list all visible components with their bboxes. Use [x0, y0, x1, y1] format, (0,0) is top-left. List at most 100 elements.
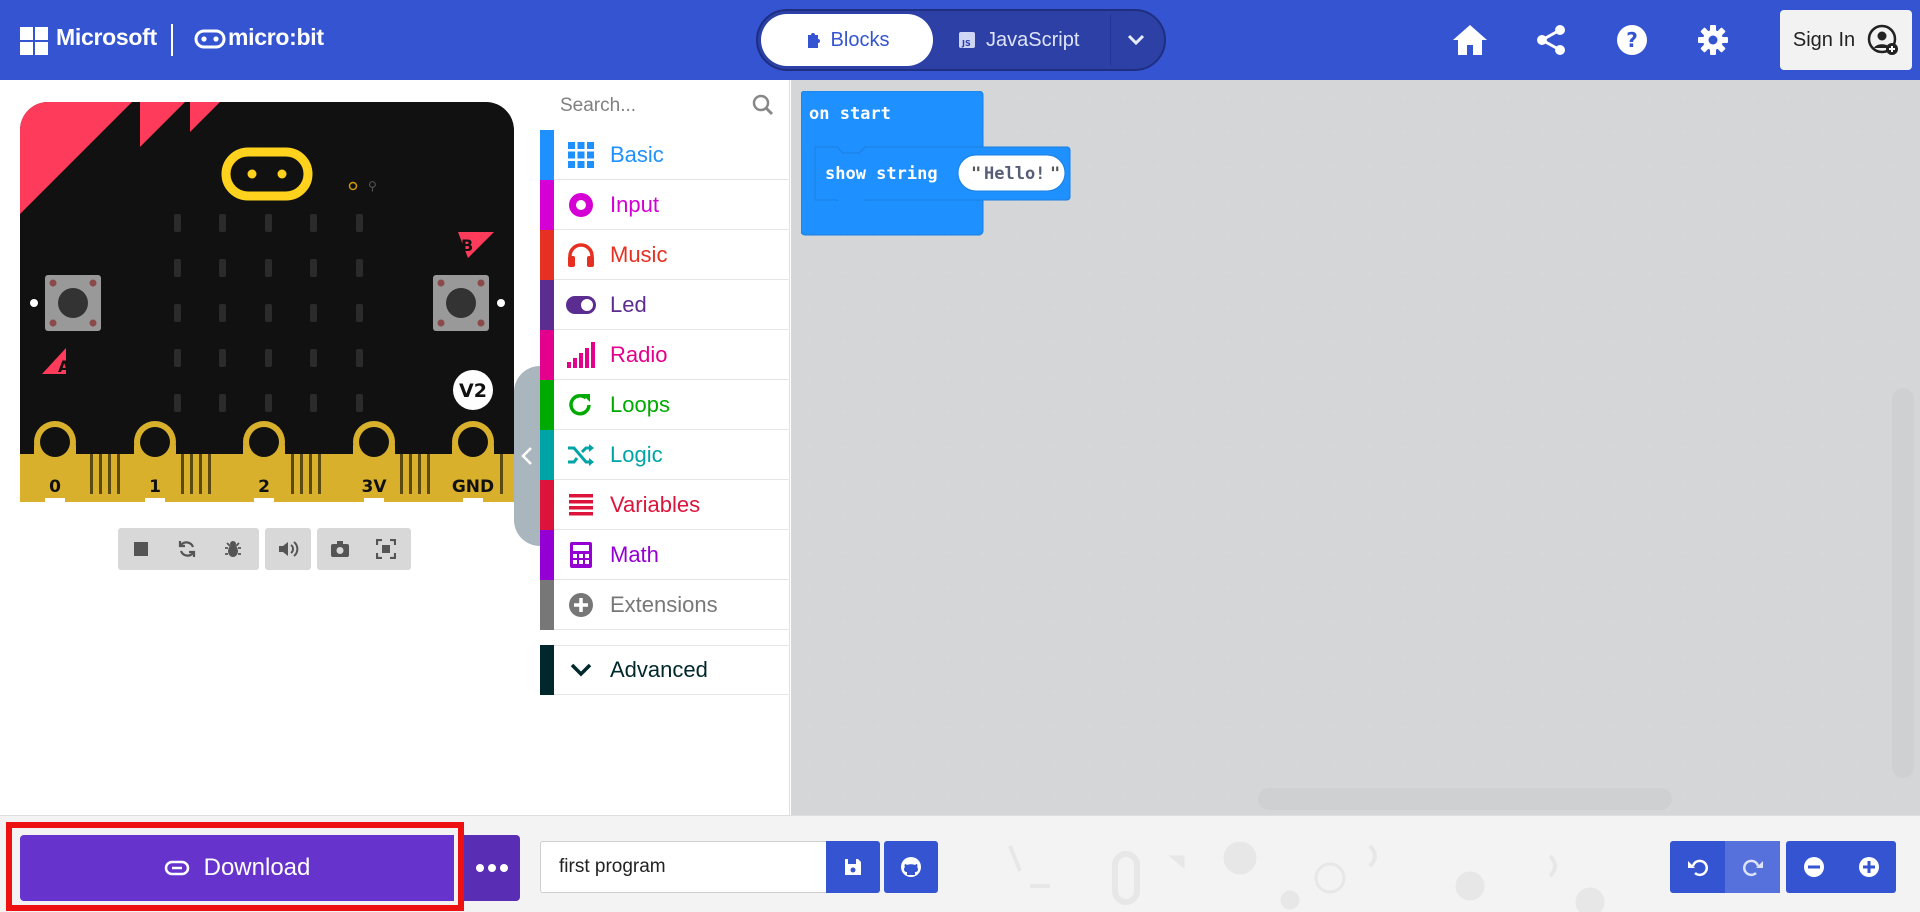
- headphones-icon: [568, 242, 594, 267]
- category-label: Led: [610, 291, 647, 317]
- category-music[interactable]: Music: [540, 229, 790, 280]
- search-input[interactable]: [560, 94, 740, 118]
- button-b[interactable]: [433, 275, 489, 331]
- home-button[interactable]: [1450, 20, 1490, 60]
- chevron-left-icon: [521, 447, 532, 465]
- sign-in-label: Sign In: [1792, 28, 1856, 51]
- link-chain-icon: [164, 860, 189, 876]
- zoom-out-button[interactable]: [1786, 841, 1841, 893]
- pin-label-1: 1: [149, 477, 161, 497]
- signal-bars-icon: [567, 341, 595, 368]
- string-input[interactable]: " Hello! ": [957, 154, 1066, 192]
- screenshot-button[interactable]: [317, 528, 363, 570]
- on-start-label: on start: [809, 104, 891, 124]
- shuffle-icon: [568, 443, 594, 466]
- download-button[interactable]: Download: [20, 835, 454, 901]
- svg-text:": ": [971, 164, 981, 184]
- pin-label-gnd: GND: [452, 477, 494, 497]
- button-a-label: A: [58, 357, 71, 376]
- show-string-text: show string: [825, 164, 938, 184]
- grid-icon: [568, 141, 594, 168]
- puzzle-icon: [807, 33, 820, 48]
- zoom-out-icon: [1803, 857, 1824, 877]
- category-label: Basic: [610, 141, 664, 167]
- category-radio[interactable]: Radio: [540, 329, 790, 380]
- category-label: Logic: [610, 441, 663, 467]
- gear-icon: [1698, 25, 1728, 55]
- more-options-button[interactable]: [464, 835, 520, 901]
- category-label: Variables: [610, 491, 701, 517]
- category-variables[interactable]: Variables: [540, 479, 790, 530]
- fullscreen-icon: [376, 539, 396, 559]
- stop-icon: [134, 542, 148, 556]
- sim-view-controls: [317, 528, 411, 570]
- tab-blocks[interactable]: Blocks: [761, 14, 933, 66]
- sign-in-button[interactable]: Sign In: [1780, 10, 1912, 70]
- undo-redo-group: [1670, 841, 1780, 893]
- svg-text:": ": [1050, 164, 1060, 184]
- tab-javascript-label: JavaScript: [986, 28, 1080, 51]
- product-name: micro:bit: [228, 24, 324, 50]
- redo-icon: [1742, 859, 1763, 877]
- toolbox-search: [540, 80, 790, 130]
- help-button[interactable]: ?: [1612, 20, 1652, 60]
- category-math[interactable]: Math: [540, 529, 790, 580]
- fullscreen-button[interactable]: [363, 528, 409, 570]
- blocks-workspace[interactable]: on start show string show string " Hello…: [791, 80, 1920, 815]
- js-icon: JS: [959, 32, 975, 48]
- calculator-icon: [570, 541, 592, 568]
- brand-name: Microsoft: [56, 24, 157, 50]
- category-extensions[interactable]: Extensions: [540, 579, 790, 630]
- sound-button[interactable]: [265, 528, 311, 570]
- category-input[interactable]: Input: [540, 179, 790, 230]
- project-name-input[interactable]: [540, 841, 826, 893]
- stop-button[interactable]: [118, 528, 164, 570]
- string-value: Hello!: [984, 164, 1045, 184]
- header-divider: [171, 24, 173, 56]
- button-a[interactable]: [45, 275, 101, 331]
- svg-text:JS: JS: [961, 39, 971, 48]
- block-toolbox: Basic Input Music Led Radio Loops Logic …: [540, 80, 790, 815]
- simulator-panel: ⚲ A B V2 0 1 2 3V GND: [0, 80, 540, 815]
- download-label: Download: [203, 854, 311, 881]
- github-button[interactable]: [884, 841, 938, 893]
- microbit-logo-icon: [194, 29, 226, 49]
- category-logic[interactable]: Logic: [540, 429, 790, 480]
- horizontal-scrollbar[interactable]: [1258, 788, 1672, 810]
- restart-icon: [178, 541, 196, 557]
- undo-button[interactable]: [1670, 841, 1725, 893]
- redo-button[interactable]: [1725, 841, 1780, 893]
- category-label: Extensions: [610, 591, 718, 617]
- user-add-icon: [1867, 24, 1899, 55]
- share-button[interactable]: [1531, 20, 1571, 60]
- editor-dropdown-button[interactable]: [1110, 14, 1160, 66]
- svg-text:?: ?: [1626, 28, 1638, 52]
- search-icon[interactable]: [752, 94, 774, 116]
- github-icon: [901, 857, 921, 877]
- bottom-toolbar: Download: [0, 815, 1920, 912]
- save-button[interactable]: [826, 841, 880, 893]
- tab-javascript[interactable]: JS JavaScript: [958, 14, 1108, 66]
- sound-icon: [279, 541, 299, 557]
- top-header: Microsoft micro:bit Blocks JS JavaScript…: [0, 0, 1920, 80]
- debug-button[interactable]: [210, 528, 256, 570]
- category-label: Loops: [610, 391, 670, 417]
- category-advanced[interactable]: Advanced: [540, 645, 790, 695]
- decorative-background-pattern: [1008, 841, 1605, 912]
- collapse-simulator-handle[interactable]: [514, 366, 540, 546]
- microbit-board[interactable]: ⚲ A B V2 0 1 2 3V GND: [20, 102, 514, 502]
- category-led[interactable]: Led: [540, 279, 790, 330]
- category-label: Radio: [610, 341, 668, 367]
- category-loops[interactable]: Loops: [540, 379, 790, 430]
- category-label: Advanced: [610, 657, 708, 682]
- pin-label-2: 2: [258, 477, 270, 497]
- version-badge: V2: [459, 380, 487, 402]
- vertical-scrollbar[interactable]: [1892, 388, 1914, 778]
- category-basic[interactable]: Basic: [540, 129, 790, 180]
- restart-button[interactable]: [164, 528, 210, 570]
- zoom-in-button[interactable]: [1841, 841, 1896, 893]
- editor-switcher: Blocks JS JavaScript: [756, 9, 1166, 71]
- toggle-icon: [566, 295, 596, 314]
- category-label: Music: [610, 241, 668, 267]
- settings-button[interactable]: [1693, 20, 1733, 60]
